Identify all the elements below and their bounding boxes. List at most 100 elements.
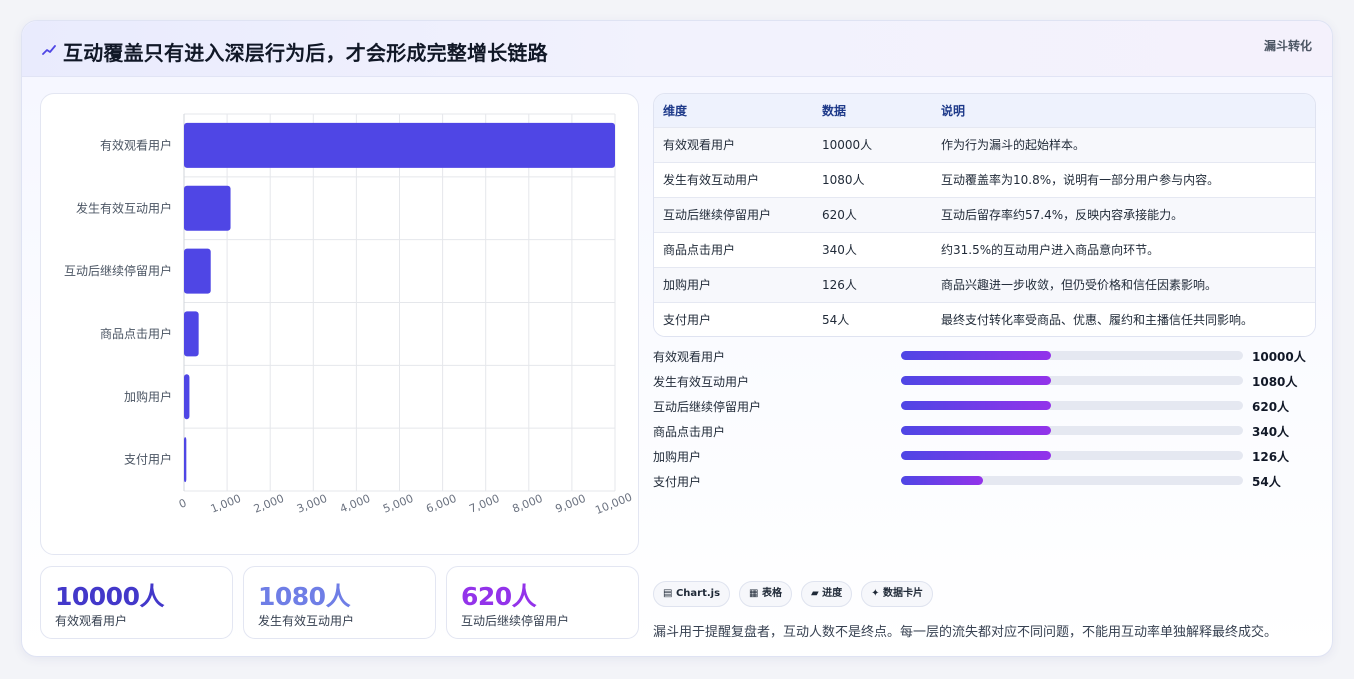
x-tick-label: 9,000 bbox=[554, 492, 588, 516]
cell-description: 商品兴趣进一步收敛，但仍受价格和信任因素影响。 bbox=[941, 278, 1218, 292]
y-category-label: 加购用户 bbox=[124, 389, 172, 404]
trend-line-icon bbox=[42, 45, 56, 55]
progress-fill bbox=[901, 376, 1052, 385]
x-tick-label: 2,000 bbox=[252, 492, 286, 516]
cell-dimension: 支付用户 bbox=[663, 313, 712, 328]
table-icon: ▦ bbox=[749, 588, 759, 599]
sparkle-icon: ✦ bbox=[871, 588, 880, 599]
stat-label: 发生有效互动用户 bbox=[258, 614, 355, 628]
funnel-table: 维度 数据 说明 有效观看用户 10000人 作为行为漏斗的起始样本。 发生有效… bbox=[653, 93, 1316, 337]
table-row: 支付用户 54人 最终支付转化率受商品、优惠、履约和主播信任共同影响。 bbox=[654, 302, 1315, 336]
column-header-data: 数据 bbox=[822, 103, 847, 118]
bar bbox=[184, 311, 199, 357]
cell-dimension: 有效观看用户 bbox=[663, 138, 736, 152]
x-tick-label: 6,000 bbox=[424, 492, 458, 516]
y-category-label: 支付用户 bbox=[124, 452, 172, 467]
bar bbox=[184, 374, 190, 420]
progress-icon: ▰ bbox=[810, 588, 819, 599]
bar bbox=[184, 185, 231, 231]
progress-row: 商品点击用户 340人 bbox=[653, 421, 1316, 446]
progress-row: 加购用户 126人 bbox=[653, 446, 1316, 471]
stat-label: 互动后继续停留用户 bbox=[461, 614, 570, 628]
x-tick-label: 7,000 bbox=[467, 492, 501, 516]
chip-data-cards[interactable]: ✦ 数据卡片 bbox=[861, 581, 934, 607]
progress-label: 支付用户 bbox=[653, 475, 702, 489]
cell-dimension: 商品点击用户 bbox=[663, 243, 736, 257]
table-header-row: 维度 数据 说明 bbox=[654, 94, 1315, 127]
cell-description: 最终支付转化率受商品、优惠、履约和主播信任共同影响。 bbox=[941, 313, 1254, 328]
stat-card-interactors: 1080人 发生有效互动用户 bbox=[243, 566, 436, 639]
progress-value: 10000人 bbox=[1252, 350, 1306, 364]
stat-card-retained: 620人 互动后继续停留用户 bbox=[446, 566, 639, 639]
page-title: 互动覆盖只有进入深层行为后，才会形成完整增长链路 bbox=[63, 41, 548, 65]
progress-track bbox=[901, 476, 1243, 485]
bar-chart-panel: 0 1,000 2,000 3,000 4,000 5,000 6,000 7,000 8,00… bbox=[40, 93, 639, 555]
progress-track bbox=[901, 451, 1243, 460]
cell-description: 作为行为漏斗的起始样本。 bbox=[941, 138, 1086, 152]
bar bbox=[184, 248, 211, 294]
progress-value: 1080人 bbox=[1252, 375, 1298, 389]
progress-fill bbox=[901, 426, 1052, 435]
table-row: 商品点击用户 340人 约31.5%的互动用户进入商品意向环节。 bbox=[654, 232, 1315, 267]
chip-chartjs[interactable]: ▤ Chart.js bbox=[653, 581, 731, 607]
cell-description: 互动后留存率约57.4%，反映内容承接能力。 bbox=[941, 208, 1184, 222]
cell-data: 126人 bbox=[822, 278, 857, 292]
table-row: 加购用户 126人 商品兴趣进一步收敛，但仍受价格和信任因素影响。 bbox=[654, 267, 1315, 302]
category-tag: 漏斗转化 bbox=[1263, 39, 1312, 53]
progress-value: 620人 bbox=[1252, 400, 1290, 414]
cell-description: 互动覆盖率为10.8%，说明有一部分用户参与内容。 bbox=[941, 173, 1220, 187]
progress-track bbox=[901, 351, 1243, 360]
bar bbox=[184, 437, 187, 483]
x-tick-label: 0 bbox=[177, 496, 188, 511]
stat-value: 10000人 bbox=[55, 582, 164, 611]
column-header-dimension: 维度 bbox=[663, 103, 688, 118]
progress-label: 发生有效互动用户 bbox=[653, 375, 750, 389]
progress-track bbox=[901, 426, 1243, 435]
progress-fill bbox=[901, 401, 1052, 410]
x-tick-label: 5,000 bbox=[381, 492, 415, 516]
progress-row: 互动后继续停留用户 620人 bbox=[653, 396, 1316, 421]
horizontal-bar-chart: 0 1,000 2,000 3,000 4,000 5,000 6,000 7,000 8,00… bbox=[64, 113, 634, 517]
chip-label: 数据卡片 bbox=[883, 588, 924, 599]
table-row: 有效观看用户 10000人 作为行为漏斗的起始样本。 bbox=[654, 127, 1315, 162]
chip-progress[interactable]: ▰ 进度 bbox=[800, 581, 853, 607]
y-category-label: 有效观看用户 bbox=[100, 137, 172, 152]
progress-fill bbox=[901, 351, 1052, 360]
y-category-label: 商品点击用户 bbox=[100, 326, 172, 341]
x-tick-label: 3,000 bbox=[295, 492, 329, 516]
progress-fill bbox=[901, 451, 1052, 460]
column-header-description: 说明 bbox=[941, 103, 966, 118]
feature-chips: ▤ Chart.js ▦ 表格 ▰ 进度 ✦ 数据卡片 bbox=[653, 581, 942, 607]
x-tick-label: 8,000 bbox=[510, 492, 544, 516]
stat-label: 有效观看用户 bbox=[55, 614, 128, 628]
table-row: 发生有效互动用户 1080人 互动覆盖率为10.8%，说明有一部分用户参与内容。 bbox=[654, 162, 1315, 197]
progress-value: 340人 bbox=[1252, 425, 1290, 439]
cell-data: 1080人 bbox=[822, 173, 865, 187]
cell-dimension: 发生有效互动用户 bbox=[663, 173, 760, 187]
progress-list: 有效观看用户 10000人 发生有效互动用户 1080人 互动后继续停留用户 6… bbox=[653, 346, 1316, 496]
progress-row: 支付用户 54人 bbox=[653, 471, 1316, 496]
progress-label: 有效观看用户 bbox=[653, 350, 726, 364]
table-row: 互动后继续停留用户 620人 互动后留存率约57.4%，反映内容承接能力。 bbox=[654, 197, 1315, 232]
x-tick-label: 10,000 bbox=[593, 491, 634, 517]
cell-description: 约31.5%的互动用户进入商品意向环节。 bbox=[941, 243, 1160, 257]
x-tick-label: 4,000 bbox=[338, 492, 372, 516]
progress-label: 互动后继续停留用户 bbox=[653, 400, 762, 414]
x-tick-label: 1,000 bbox=[209, 492, 243, 516]
cell-data: 10000人 bbox=[822, 138, 873, 152]
progress-label: 加购用户 bbox=[653, 450, 702, 464]
progress-row: 发生有效互动用户 1080人 bbox=[653, 371, 1316, 396]
chip-label: 进度 bbox=[822, 588, 843, 599]
chip-table[interactable]: ▦ 表格 bbox=[739, 581, 792, 607]
progress-track bbox=[901, 376, 1243, 385]
cell-data: 340人 bbox=[822, 243, 857, 257]
chip-label: Chart.js bbox=[675, 588, 721, 599]
cell-dimension: 加购用户 bbox=[663, 278, 712, 292]
progress-value: 126人 bbox=[1252, 450, 1290, 464]
y-category-label: 互动后继续停留用户 bbox=[64, 263, 172, 278]
progress-fill bbox=[901, 476, 984, 485]
progress-track bbox=[901, 401, 1243, 410]
progress-label: 商品点击用户 bbox=[653, 425, 726, 439]
progress-row: 有效观看用户 10000人 bbox=[653, 346, 1316, 371]
chip-label: 表格 bbox=[761, 588, 782, 599]
